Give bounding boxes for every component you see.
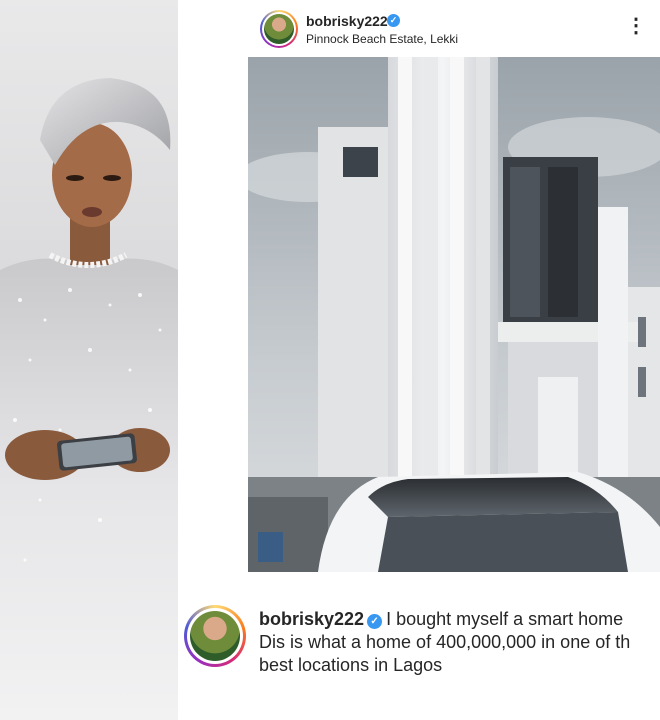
- post-caption: bobrisky222 ✓ I bought myself a smart home…: [184, 598, 660, 698]
- more-options-icon[interactable]: ⋮: [626, 16, 646, 36]
- caption-avatar-image: [190, 611, 240, 661]
- verified-badge-icon: ✓: [387, 14, 400, 27]
- woman-photo: [0, 0, 178, 720]
- caption-text: bobrisky222 ✓ I bought myself a smart home…: [259, 608, 660, 677]
- caption-line-3: best locations in Lagos: [259, 655, 443, 675]
- caption-verified-icon: ✓: [367, 614, 383, 629]
- post-image[interactable]: [248, 57, 660, 572]
- post-header: bobrisky222 ✓ Pinnock Beach Estate, Lekk…: [248, 0, 660, 56]
- caption-avatar[interactable]: [184, 605, 246, 667]
- house-photo-illustration: [248, 57, 660, 572]
- caption-line1-text: I bought myself a smart home: [386, 609, 624, 629]
- woman-photo-illustration: [0, 78, 178, 720]
- post-location[interactable]: Pinnock Beach Estate, Lekki: [306, 32, 458, 46]
- avatar-image: [264, 14, 294, 44]
- caption-line-1: bobrisky222 ✓ I bought myself a smart home: [259, 608, 660, 631]
- caption-username[interactable]: bobrisky222: [259, 609, 364, 629]
- post-username[interactable]: bobrisky222: [306, 13, 388, 29]
- caption-line-2: Dis is what a home of 400,000,000 in one…: [259, 632, 631, 652]
- profile-avatar[interactable]: [260, 10, 298, 48]
